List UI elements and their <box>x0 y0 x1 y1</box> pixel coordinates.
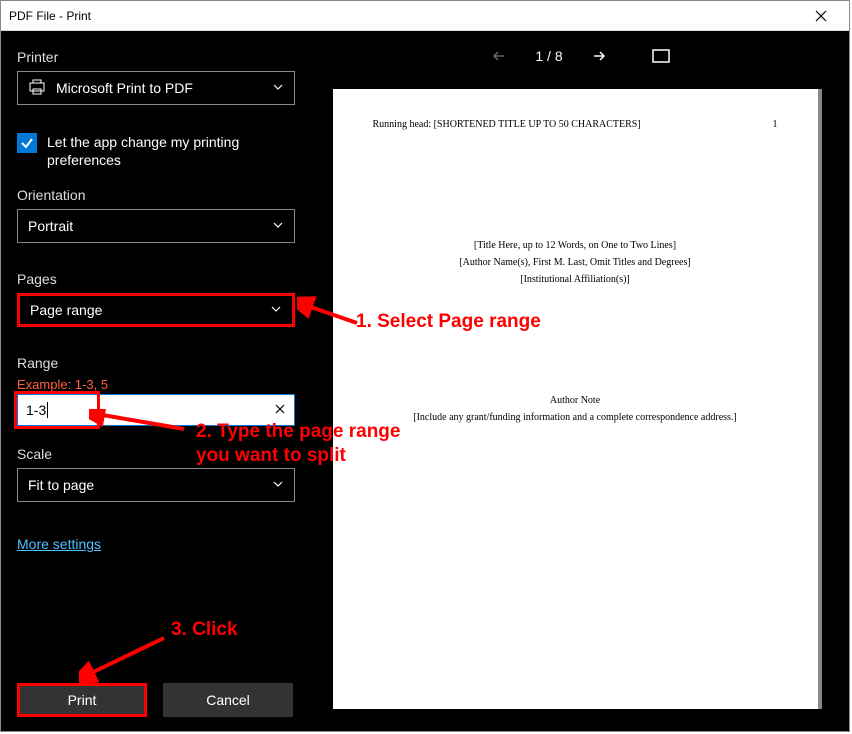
pages-label: Pages <box>17 271 295 287</box>
doc-page-number: 1 <box>773 119 778 130</box>
text-cursor <box>47 402 48 418</box>
printer-value: Microsoft Print to PDF <box>56 80 193 96</box>
orientation-value: Portrait <box>28 218 73 234</box>
doc-affiliation: [Institutional Affiliation(s)] <box>373 274 778 285</box>
chevron-down-icon <box>272 80 284 96</box>
checkbox-label: Let the app change my printing preferenc… <box>47 133 295 169</box>
pages-value: Page range <box>30 302 102 318</box>
scale-label: Scale <box>17 446 295 462</box>
scale-select[interactable]: Fit to page <box>17 468 295 502</box>
checkbox-checked-icon <box>17 133 37 153</box>
page-indicator: 1 / 8 <box>535 48 562 64</box>
next-page-button[interactable] <box>583 40 615 72</box>
print-button[interactable]: Print <box>17 683 147 717</box>
doc-title: [Title Here, up to 12 Words, on One to T… <box>373 240 778 251</box>
doc-running-head: Running head: [SHORTENED TITLE UP TO 50 … <box>373 119 641 130</box>
scale-value: Fit to page <box>28 477 94 493</box>
pages-select[interactable]: Page range <box>17 293 295 327</box>
printer-label: Printer <box>17 49 295 65</box>
doc-note-body: [Include any grant/funding information a… <box>373 412 778 423</box>
range-value: 1-3 <box>26 402 46 418</box>
more-settings-link[interactable]: More settings <box>17 536 101 552</box>
close-button[interactable] <box>801 1 841 31</box>
prev-page-button <box>483 40 515 72</box>
chevron-down-icon <box>272 477 284 493</box>
clear-input-icon[interactable] <box>274 402 286 418</box>
preview-panel: 1 / 8 Running head: [SHORTENED TITLE UP … <box>311 31 849 731</box>
printer-select[interactable]: Microsoft Print to PDF <box>17 71 295 105</box>
doc-note-title: Author Note <box>373 395 778 406</box>
chevron-down-icon <box>270 302 282 318</box>
chevron-down-icon <box>272 218 284 234</box>
range-input[interactable]: 1-3 <box>17 394 295 426</box>
range-label: Range <box>17 355 295 371</box>
orientation-label: Orientation <box>17 187 295 203</box>
print-dialog: PDF File - Print Printer Microsoft Print… <box>0 0 850 732</box>
settings-panel: Printer Microsoft Print to PDF Let the a… <box>1 31 311 731</box>
range-example: Example: 1-3, 5 <box>17 377 295 392</box>
cancel-button[interactable]: Cancel <box>163 683 293 717</box>
printer-icon <box>28 78 46 99</box>
fit-page-button[interactable] <box>645 40 677 72</box>
titlebar: PDF File - Print <box>1 1 849 31</box>
orientation-select[interactable]: Portrait <box>17 209 295 243</box>
window-title: PDF File - Print <box>9 9 801 23</box>
doc-author: [Author Name(s), First M. Last, Omit Tit… <box>373 257 778 268</box>
document-preview: Running head: [SHORTENED TITLE UP TO 50 … <box>333 89 818 709</box>
app-preferences-checkbox-row[interactable]: Let the app change my printing preferenc… <box>17 133 295 169</box>
